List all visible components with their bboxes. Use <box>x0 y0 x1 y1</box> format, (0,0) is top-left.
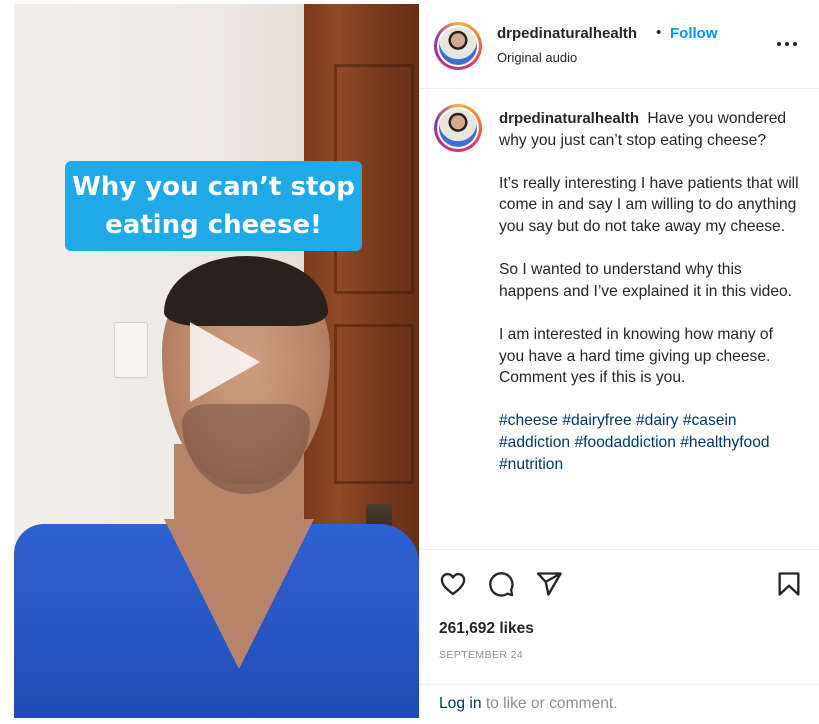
post-side-panel: drpedinaturalhealth • Follow Original au… <box>419 4 819 718</box>
caption-paragraph-2: It’s really interesting I have patients … <box>499 174 799 235</box>
original-audio-link[interactable]: Original audio <box>497 50 577 65</box>
caption-avatar-image <box>439 109 477 147</box>
instagram-post-frame: Why you can’t stop eating cheese! drpedi… <box>0 0 819 724</box>
share-icon[interactable] <box>535 570 563 598</box>
caption-paragraph-3: So I wanted to understand why this happe… <box>499 261 793 300</box>
hashtag-link[interactable]: #dairyfree <box>562 412 631 429</box>
caption-paragraph-4: I am interested in knowing how many of y… <box>499 325 773 387</box>
door-panel-lower <box>334 324 414 484</box>
hashtag-link[interactable]: #foodaddiction <box>574 434 675 451</box>
hashtag-link[interactable]: #healthyfood <box>680 434 769 451</box>
video-caption-overlay: Why you can’t stop eating cheese! <box>65 161 362 251</box>
hashtag-link[interactable]: #casein <box>683 412 737 429</box>
dot-separator: • <box>656 24 662 41</box>
more-options-icon[interactable] <box>775 34 799 54</box>
post-header: drpedinaturalhealth • Follow Original au… <box>420 4 819 89</box>
caption-paragraph-1: drpedinaturalhealth Have you wondered wh… <box>499 108 799 151</box>
caption-username[interactable]: drpedinaturalhealth <box>499 110 639 127</box>
post-actions: 261,692 likes SEPTEMBER 24 Log in to lik… <box>420 549 819 712</box>
hashtag-link[interactable]: #addiction <box>499 434 570 451</box>
like-count[interactable]: 261,692 likes <box>439 620 534 638</box>
scrubs-neckline <box>164 519 314 669</box>
light-switch <box>114 322 148 378</box>
login-prompt: Log in to like or comment. <box>420 684 819 720</box>
login-prompt-text: to like or comment. <box>481 695 618 712</box>
bookmark-icon[interactable] <box>775 570 803 598</box>
caption-line-1: Why you can’t stop <box>72 172 355 202</box>
hashtag-link[interactable]: #dairy <box>636 412 678 429</box>
hashtag-list: #cheese #dairyfree #dairy #casein #addic… <box>499 410 799 475</box>
caption-avatar[interactable] <box>434 104 482 152</box>
play-icon[interactable] <box>190 322 260 402</box>
post-caption: drpedinaturalhealth Have you wondered wh… <box>499 108 799 475</box>
avatar-image <box>439 27 477 65</box>
login-link[interactable]: Log in <box>439 695 482 712</box>
follow-button[interactable]: Follow <box>670 25 718 42</box>
heart-icon[interactable] <box>439 570 467 598</box>
header-username[interactable]: drpedinaturalhealth <box>497 25 637 42</box>
caption-line-2: eating cheese! <box>105 210 322 240</box>
video-player[interactable]: Why you can’t stop eating cheese! <box>14 4 419 718</box>
avatar[interactable] <box>434 22 482 70</box>
post-caption-area: drpedinaturalhealth Have you wondered wh… <box>420 90 819 548</box>
hashtag-link[interactable]: #cheese <box>499 412 558 429</box>
comment-icon[interactable] <box>487 570 515 598</box>
post-date: SEPTEMBER 24 <box>439 649 524 661</box>
hashtag-link[interactable]: #nutrition <box>499 456 563 473</box>
